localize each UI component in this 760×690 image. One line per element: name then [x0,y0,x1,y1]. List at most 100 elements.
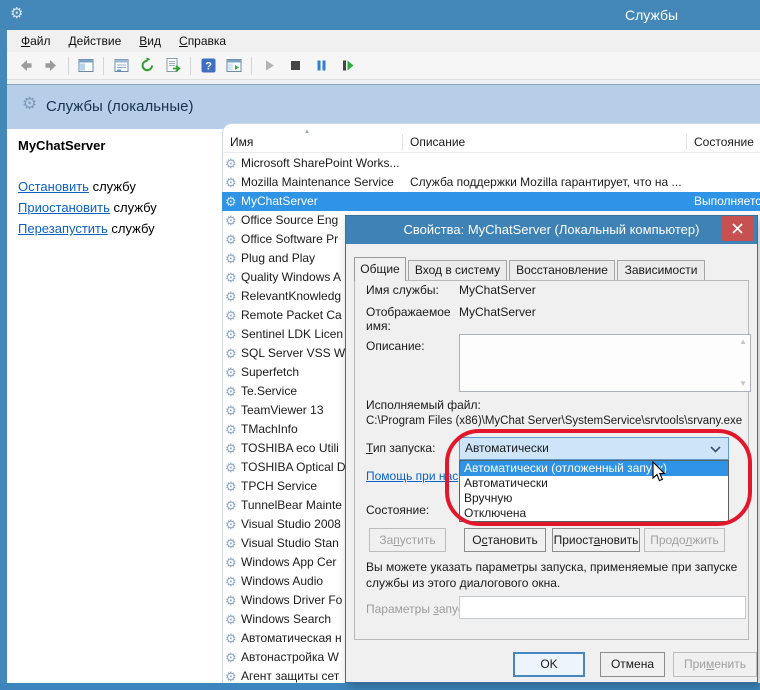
window-title: Службы [625,7,678,23]
service-gear-icon: ⚙ [225,211,237,230]
annotation-highlight-oval [445,429,752,526]
action-suffix: службу [89,179,136,194]
startup-type-label: Тип запуска: [366,441,435,455]
display-name-label: Отображаемое имя: [366,305,458,333]
column-header-status[interactable]: Состояние [694,135,754,149]
services-gear-icon: ⚙ [22,95,37,112]
display-name-value: MyChatServer [459,305,536,319]
menu-action[interactable]: Действие [60,31,131,51]
column-separator [686,134,687,150]
service-gear-icon: ⚙ [225,648,237,667]
service-gear-icon: ⚙ [225,553,237,572]
close-icon [732,223,743,234]
column-separator [402,134,403,150]
forward-button[interactable] [40,55,62,77]
pause-button[interactable]: Приостановить [552,528,640,552]
menu-help[interactable]: Справка [170,31,235,51]
export-list-button[interactable] [162,55,184,77]
sort-ascending-icon: ▲ [304,129,310,135]
params-input [459,596,746,619]
scroll-down-icon[interactable]: ▼ [739,380,747,388]
stop-button[interactable]: Остановить [464,528,546,552]
tab-dependencies[interactable]: Зависимости [617,260,705,281]
services-window: ⚙ Службы Файл Действие Вид Справка ? [0,0,760,690]
service-gear-icon: ⚙ [225,173,237,192]
column-header-description[interactable]: Описание [410,135,465,149]
description-label: Описание: [366,339,425,353]
show-console-tree-button[interactable] [75,55,97,77]
service-description-cell: Служба поддержки Mozilla гарантирует, чт… [410,173,688,192]
banner-title: Службы (локальные) [46,98,193,115]
cancel-button[interactable]: Отмена [600,652,665,677]
arrow-cursor-icon [652,461,668,483]
service-gear-icon: ⚙ [225,477,237,496]
back-button[interactable] [14,55,36,77]
service-gear-icon: ⚙ [225,667,237,683]
service-name-value: MyChatServer [459,283,536,297]
sidebar-action-stop: Остановить службу [18,179,136,194]
properties-button[interactable] [110,55,132,77]
refresh-button[interactable] [136,55,158,77]
service-status-cell: Выполняется [694,192,760,211]
ok-button[interactable]: OK [513,652,585,677]
toolbar-separator [251,57,252,75]
service-name-label: Имя службы: [366,283,439,297]
service-gear-icon: ⚙ [225,154,237,173]
window-titlebar: ⚙ Службы [0,0,760,30]
pause-service-link[interactable]: Приостановить [18,200,110,215]
service-gear-icon: ⚙ [225,534,237,553]
sidebar-action-pause: Приостановить службу [18,200,157,215]
service-gear-icon: ⚙ [225,363,237,382]
help-button[interactable]: ? [197,55,219,77]
dialog-titlebar: Свойства: MyChatServer (Локальный компью… [346,216,757,244]
toolbar-separator [190,57,191,75]
restart-service-link[interactable]: Перезапустить [18,221,108,236]
service-row[interactable]: ⚙ MyChatServer Выполняется [222,192,760,211]
tab-recovery[interactable]: Восстановление [509,260,615,281]
service-gear-icon: ⚙ [225,610,237,629]
show-action-pane-button[interactable] [223,55,245,77]
window-border-bottom [0,683,760,690]
column-header-name[interactable]: Имя [230,135,253,149]
service-gear-icon: ⚙ [225,306,237,325]
tab-general[interactable]: Общие [354,257,406,281]
resume-button: Продолжить [644,528,725,552]
window-border-left [0,30,7,690]
menu-view[interactable]: Вид [130,31,170,51]
sidebar-action-restart: Перезапустить службу [18,221,155,236]
restart-service-button[interactable] [336,55,358,77]
service-gear-icon: ⚙ [225,496,237,515]
description-textarea[interactable]: ▲ ▼ [459,334,751,392]
scroll-up-icon[interactable]: ▲ [739,338,747,346]
sidebar-selected-service: MyChatServer [18,138,105,153]
stop-service-link[interactable]: Остановить [18,179,89,194]
stop-icon [287,57,304,74]
service-gear-icon: ⚙ [225,591,237,610]
service-gear-icon: ⚙ [225,344,237,363]
restart-icon [339,57,356,74]
close-button[interactable] [721,216,754,241]
pause-service-button[interactable] [310,55,332,77]
service-gear-icon: ⚙ [225,458,237,477]
tab-logon[interactable]: Вход в систему [408,260,507,281]
forward-arrow-icon [43,57,60,74]
menu-file[interactable]: Файл [12,31,60,51]
export-list-icon [165,57,182,74]
toolbar-separator [103,57,104,75]
service-gear-icon: ⚙ [225,629,237,648]
service-gear-icon: ⚙ [225,230,237,249]
toolbar: ? [7,52,760,80]
service-gear-icon: ⚙ [225,382,237,401]
start-icon [261,57,278,74]
back-arrow-icon [17,57,34,74]
list-header: Имя ▲ Описание Состояние [222,132,760,153]
pause-icon [313,57,330,74]
action-suffix: службу [110,200,157,215]
service-row[interactable]: ⚙ Mozilla Maintenance Service Служба под… [222,173,760,192]
stop-service-button[interactable] [284,55,306,77]
refresh-icon [139,57,156,74]
start-service-button [258,55,280,77]
service-row[interactable]: ⚙ Microsoft SharePoint Works... [222,154,760,173]
service-gear-icon: ⚙ [225,515,237,534]
service-gear-icon: ⚙ [225,192,237,211]
